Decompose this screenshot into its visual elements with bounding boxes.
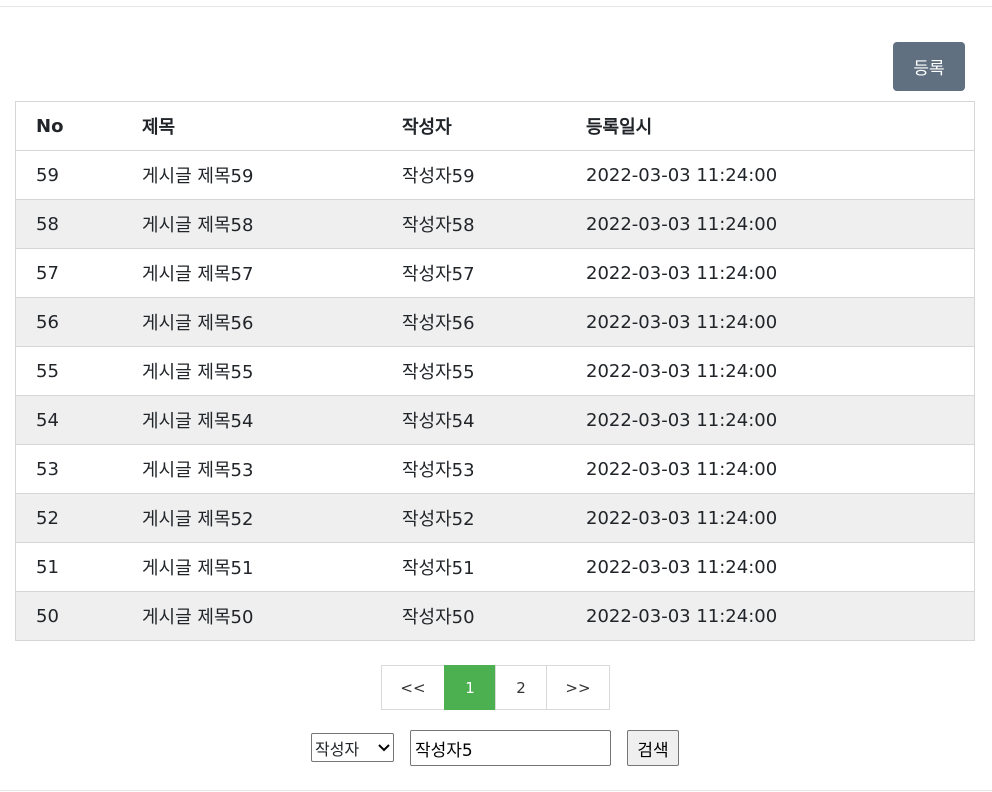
cell-title[interactable]: 게시글 제목53 xyxy=(142,444,402,494)
cell-title[interactable]: 게시글 제목56 xyxy=(142,297,402,347)
cell-no: 54 xyxy=(15,395,142,445)
table-header-row: No 제목 작성자 등록일시 xyxy=(15,101,975,151)
cell-title[interactable]: 게시글 제목51 xyxy=(142,542,402,592)
table-row[interactable]: 57 게시글 제목57 작성자57 2022-03-03 11:24:00 xyxy=(15,248,975,298)
first-page-button[interactable]: << xyxy=(381,665,445,710)
cell-author: 작성자53 xyxy=(402,444,586,494)
cell-author: 작성자58 xyxy=(402,199,586,249)
table-row[interactable]: 52 게시글 제목52 작성자52 2022-03-03 11:24:00 xyxy=(15,493,975,543)
table-row[interactable]: 51 게시글 제목51 작성자51 2022-03-03 11:24:00 xyxy=(15,542,975,592)
cell-date: 2022-03-03 11:24:00 xyxy=(586,542,975,592)
cell-no: 50 xyxy=(15,591,142,641)
cell-date: 2022-03-03 11:24:00 xyxy=(586,444,975,494)
cell-author: 작성자56 xyxy=(402,297,586,347)
register-button[interactable]: 등록 xyxy=(893,42,965,91)
page-button-2[interactable]: 2 xyxy=(495,665,547,710)
chevron-down-icon xyxy=(378,741,390,755)
cell-no: 55 xyxy=(15,346,142,396)
last-page-button[interactable]: >> xyxy=(546,665,610,710)
cell-author: 작성자57 xyxy=(402,248,586,298)
cell-date: 2022-03-03 11:24:00 xyxy=(586,395,975,445)
cell-date: 2022-03-03 11:24:00 xyxy=(586,150,975,200)
cell-author: 작성자52 xyxy=(402,493,586,543)
cell-title[interactable]: 게시글 제목55 xyxy=(142,346,402,396)
column-header-no: No xyxy=(15,101,142,151)
cell-no: 57 xyxy=(15,248,142,298)
page-button-1[interactable]: 1 xyxy=(444,665,496,710)
board-table: No 제목 작성자 등록일시 59 게시글 제목59 작성자59 2022-03-03… xyxy=(15,101,975,641)
search-input[interactable] xyxy=(410,730,611,766)
cell-title[interactable]: 게시글 제목58 xyxy=(142,199,402,249)
cell-author: 작성자59 xyxy=(402,150,586,200)
table-row[interactable]: 59 게시글 제목59 작성자59 2022-03-03 11:24:00 xyxy=(15,150,975,200)
table-row[interactable]: 53 게시글 제목53 작성자53 2022-03-03 11:24:00 xyxy=(15,444,975,494)
cell-no: 58 xyxy=(15,199,142,249)
cell-date: 2022-03-03 11:24:00 xyxy=(586,493,975,543)
table-row[interactable]: 58 게시글 제목58 작성자58 2022-03-03 11:24:00 xyxy=(15,199,975,249)
cell-date: 2022-03-03 11:24:00 xyxy=(586,248,975,298)
cell-date: 2022-03-03 11:24:00 xyxy=(586,199,975,249)
cell-title[interactable]: 게시글 제목54 xyxy=(142,395,402,445)
pagination: << 1 2 >> xyxy=(381,665,610,710)
cell-no: 56 xyxy=(15,297,142,347)
cell-date: 2022-03-03 11:24:00 xyxy=(586,297,975,347)
cell-no: 52 xyxy=(15,493,142,543)
cell-author: 작성자55 xyxy=(402,346,586,396)
cell-no: 51 xyxy=(15,542,142,592)
cell-no: 53 xyxy=(15,444,142,494)
table-row[interactable]: 56 게시글 제목56 작성자56 2022-03-03 11:24:00 xyxy=(15,297,975,347)
cell-author: 작성자54 xyxy=(402,395,586,445)
column-header-date: 등록일시 xyxy=(586,101,975,151)
bottom-divider xyxy=(0,790,992,791)
search-field-select[interactable]: 작성자 xyxy=(311,733,394,762)
column-header-title: 제목 xyxy=(142,101,402,151)
top-divider xyxy=(0,6,992,7)
table-row[interactable]: 55 게시글 제목55 작성자55 2022-03-03 11:24:00 xyxy=(15,346,975,396)
cell-author: 작성자51 xyxy=(402,542,586,592)
cell-date: 2022-03-03 11:24:00 xyxy=(586,346,975,396)
table-row[interactable]: 54 게시글 제목54 작성자54 2022-03-03 11:24:00 xyxy=(15,395,975,445)
search-field-selected: 작성자 xyxy=(315,739,360,759)
table-row[interactable]: 50 게시글 제목50 작성자50 2022-03-03 11:24:00 xyxy=(15,591,975,641)
cell-title[interactable]: 게시글 제목59 xyxy=(142,150,402,200)
cell-author: 작성자50 xyxy=(402,591,586,641)
cell-title[interactable]: 게시글 제목57 xyxy=(142,248,402,298)
cell-title[interactable]: 게시글 제목52 xyxy=(142,493,402,543)
cell-no: 59 xyxy=(15,150,142,200)
cell-date: 2022-03-03 11:24:00 xyxy=(586,591,975,641)
search-button[interactable]: 검색 xyxy=(627,730,679,766)
cell-title[interactable]: 게시글 제목50 xyxy=(142,591,402,641)
column-header-author: 작성자 xyxy=(402,101,586,151)
